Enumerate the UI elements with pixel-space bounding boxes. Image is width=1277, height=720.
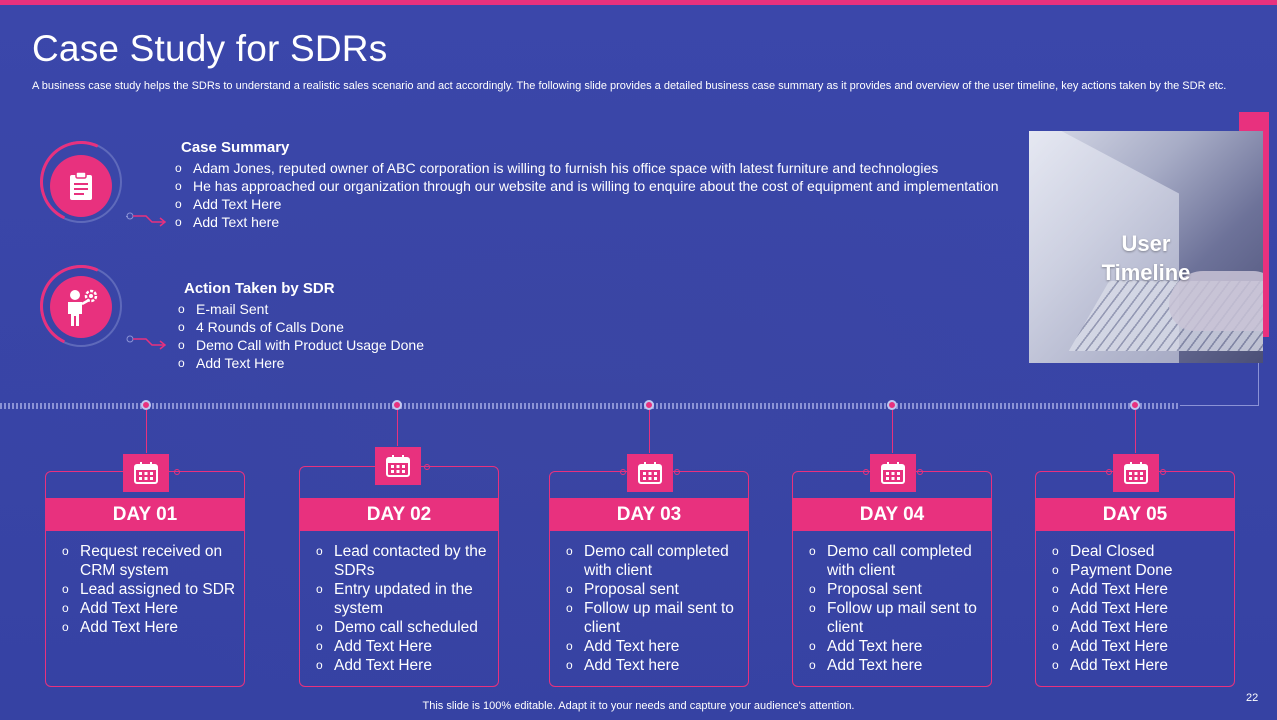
list-item: Add Text here bbox=[809, 637, 989, 656]
footer-note: This slide is 100% editable. Adapt it to… bbox=[422, 700, 855, 712]
node-connector bbox=[146, 410, 147, 453]
list-item: Lead assigned to SDR bbox=[62, 580, 242, 599]
page-subtitle: A business case study helps the SDRs to … bbox=[32, 80, 1227, 92]
node-connector bbox=[892, 410, 893, 453]
card-dot-left bbox=[620, 469, 626, 475]
day-card-4: DAY 04 Demo call completed with client P… bbox=[792, 454, 992, 687]
case-summary-heading: Case Summary bbox=[181, 139, 290, 156]
list-item: Demo call completed with client bbox=[566, 542, 746, 580]
day-items-list: Lead contacted by the SDRs Entry updated… bbox=[316, 542, 496, 675]
day-card-3: DAY 03 Demo call completed with client P… bbox=[549, 454, 749, 687]
list-item: Add Text Here bbox=[1052, 618, 1232, 637]
node-connector bbox=[649, 410, 650, 453]
calendar-icon bbox=[375, 447, 421, 485]
list-item: He has approached our organization throu… bbox=[175, 177, 1045, 195]
day-label: DAY 02 bbox=[299, 498, 499, 531]
day-label: DAY 04 bbox=[792, 498, 992, 531]
list-item: Add Text Here bbox=[175, 195, 1045, 213]
list-item: Proposal sent bbox=[566, 580, 746, 599]
timeline-connector-vertical bbox=[1258, 363, 1259, 406]
day-label: DAY 03 bbox=[549, 498, 749, 531]
list-item: 4 Rounds of Calls Done bbox=[178, 318, 578, 336]
list-item: Proposal sent bbox=[809, 580, 989, 599]
list-item: Request received on CRM system bbox=[62, 542, 242, 580]
timeline-node bbox=[644, 400, 654, 410]
person-gear-icon bbox=[50, 276, 112, 338]
list-item: Deal Closed bbox=[1052, 542, 1232, 561]
card-dot-left bbox=[1106, 469, 1112, 475]
card-dot-right bbox=[674, 469, 680, 475]
card-dot-right bbox=[424, 464, 430, 470]
list-item: Add Text Here bbox=[1052, 580, 1232, 599]
list-item: Adam Jones, reputed owner of ABC corpora… bbox=[175, 159, 1045, 177]
list-item: Add Text Here bbox=[1052, 599, 1232, 618]
list-item: Follow up mail sent to client bbox=[809, 599, 989, 637]
calendar-icon bbox=[627, 454, 673, 492]
card-dot-right bbox=[917, 469, 923, 475]
list-item: Demo call completed with client bbox=[809, 542, 989, 580]
list-item: Demo call scheduled bbox=[316, 618, 496, 637]
list-item: Add Text Here bbox=[316, 637, 496, 656]
user-timeline-image: User Timeline bbox=[1029, 131, 1263, 363]
list-item: Demo Call with Product Usage Done bbox=[178, 336, 578, 354]
clipboard-icon bbox=[50, 155, 112, 217]
arrow-right-icon bbox=[126, 211, 168, 232]
day-label: DAY 05 bbox=[1035, 498, 1235, 531]
action-taken-list: E-mail Sent 4 Rounds of Calls Done Demo … bbox=[178, 300, 578, 372]
list-item: Add Text Here bbox=[62, 599, 242, 618]
card-dot-left bbox=[863, 469, 869, 475]
list-item: E-mail Sent bbox=[178, 300, 578, 318]
node-connector bbox=[1135, 410, 1136, 453]
page-title: Case Study for SDRs bbox=[32, 28, 388, 69]
case-summary-list: Adam Jones, reputed owner of ABC corpora… bbox=[175, 159, 1045, 231]
arrow-right-icon bbox=[126, 334, 168, 355]
day-label: DAY 01 bbox=[45, 498, 245, 531]
timeline-node bbox=[392, 400, 402, 410]
list-item: Entry updated in the system bbox=[316, 580, 496, 618]
day-items-list: Demo call completed with client Proposal… bbox=[809, 542, 989, 675]
node-connector bbox=[397, 410, 398, 446]
card-dot-right bbox=[1160, 469, 1166, 475]
day-items-list: Request received on CRM system Lead assi… bbox=[62, 542, 242, 637]
timeline-line bbox=[0, 403, 1180, 409]
user-timeline-label-line1: User bbox=[1121, 231, 1171, 256]
action-taken-heading: Action Taken by SDR bbox=[184, 280, 335, 297]
list-item: Add Text Here bbox=[62, 618, 242, 637]
day-card-2: DAY 02 Lead contacted by the SDRs Entry … bbox=[299, 447, 499, 687]
timeline-node bbox=[1130, 400, 1140, 410]
day-card-5: DAY 05 Deal Closed Payment Done Add Text… bbox=[1035, 454, 1235, 687]
page-number: 22 bbox=[1246, 692, 1259, 704]
day-card-1: DAY 01 Request received on CRM system Le… bbox=[45, 454, 245, 687]
user-timeline-label: User Timeline bbox=[1029, 229, 1263, 287]
list-item: Add Text Here bbox=[1052, 637, 1232, 656]
list-item: Add Text here bbox=[566, 656, 746, 675]
day-items-list: Demo call completed with client Proposal… bbox=[566, 542, 746, 675]
timeline-node bbox=[887, 400, 897, 410]
card-dot-right bbox=[174, 469, 180, 475]
calendar-icon bbox=[1113, 454, 1159, 492]
user-timeline-label-line2: Timeline bbox=[1101, 260, 1191, 285]
list-item: Lead contacted by the SDRs bbox=[316, 542, 496, 580]
list-item: Add Text Here bbox=[316, 656, 496, 675]
calendar-icon bbox=[123, 454, 169, 492]
list-item: Add Text here bbox=[809, 656, 989, 675]
list-item: Add Text here bbox=[566, 637, 746, 656]
list-item: Add Text Here bbox=[178, 354, 578, 372]
list-item: Payment Done bbox=[1052, 561, 1232, 580]
timeline-connector bbox=[1180, 405, 1258, 406]
top-accent-bar bbox=[0, 0, 1277, 5]
list-item: Add Text here bbox=[175, 213, 1045, 231]
day-items-list: Deal Closed Payment Done Add Text Here A… bbox=[1052, 542, 1232, 675]
calendar-icon bbox=[870, 454, 916, 492]
list-item: Add Text Here bbox=[1052, 656, 1232, 675]
list-item: Follow up mail sent to client bbox=[566, 599, 746, 637]
timeline-node bbox=[141, 400, 151, 410]
